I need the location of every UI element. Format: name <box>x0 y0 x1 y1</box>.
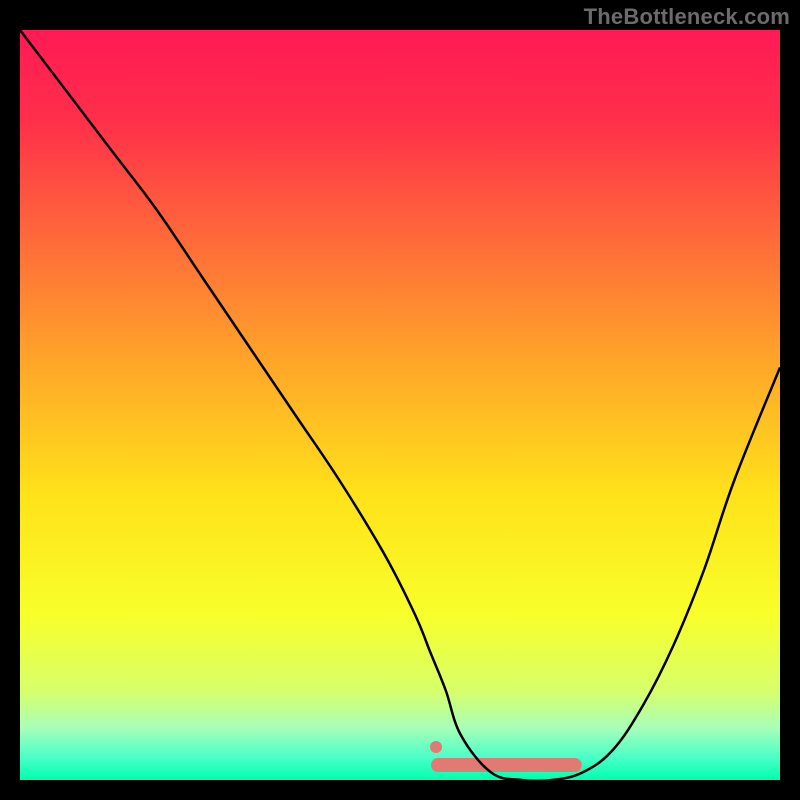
watermark-text: TheBottleneck.com <box>584 4 790 30</box>
bottleneck-chart <box>20 30 780 780</box>
chart-container <box>20 30 780 780</box>
gradient-background <box>20 30 780 780</box>
